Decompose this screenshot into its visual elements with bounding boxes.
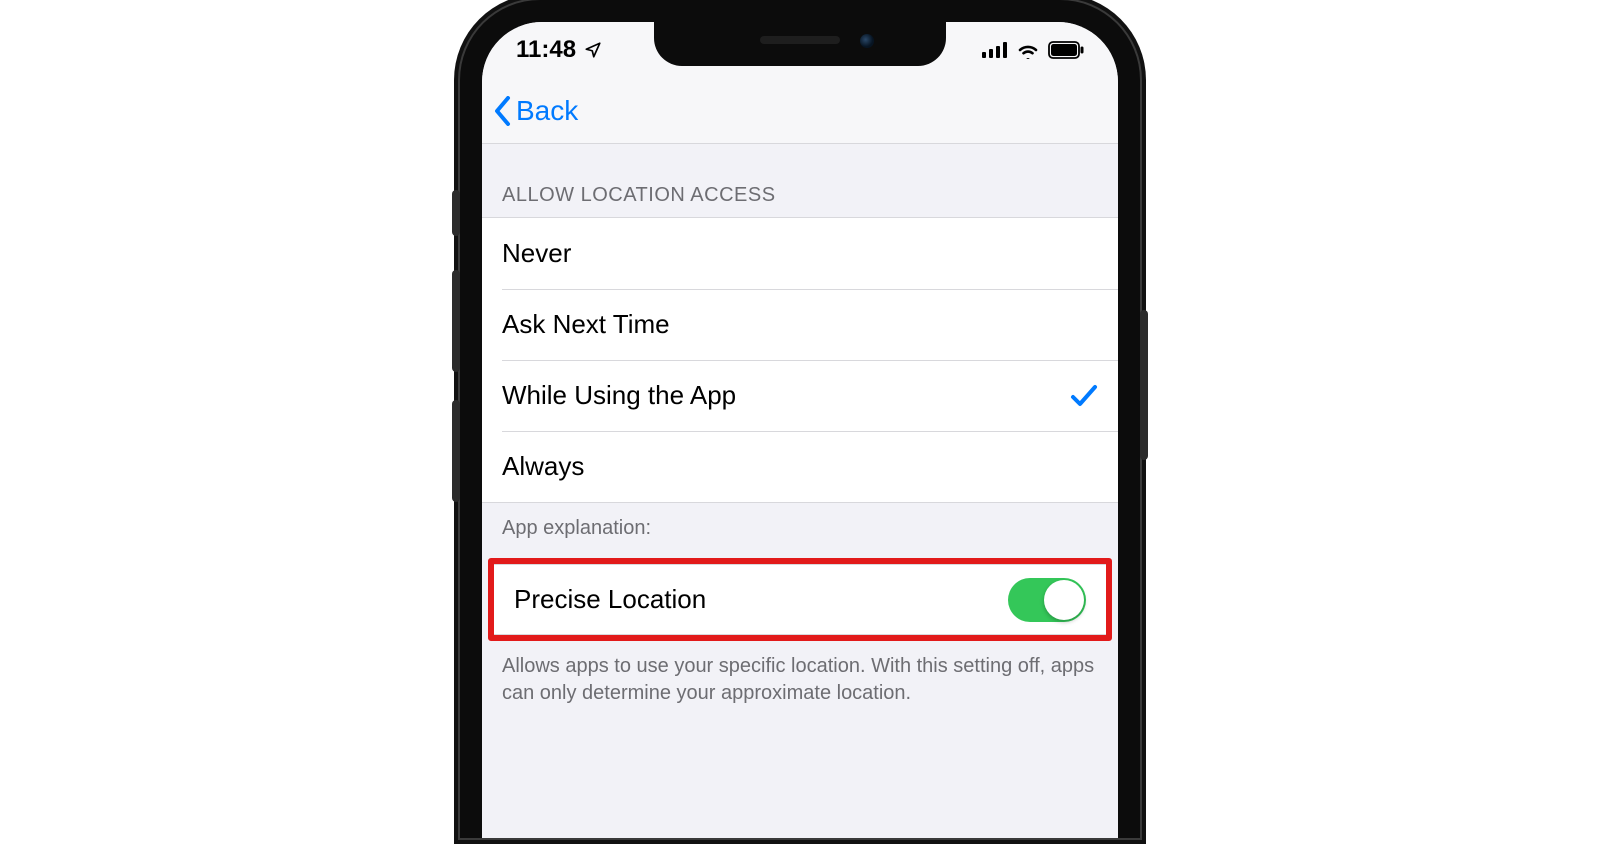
volume-up-button [452, 270, 460, 372]
wifi-icon [1016, 41, 1040, 59]
volume-down-button [452, 400, 460, 502]
app-explanation-label: App explanation: [482, 503, 1118, 558]
battery-icon [1048, 41, 1084, 59]
checkmark-icon [1070, 384, 1098, 408]
status-left: 11:48 [516, 36, 602, 64]
location-services-icon [584, 41, 602, 59]
precise-location-row[interactable]: Precise Location [494, 564, 1106, 635]
option-never[interactable]: Never [482, 218, 1118, 289]
mute-switch [452, 190, 460, 236]
front-camera [860, 34, 874, 48]
precise-location-footer: Allows apps to use your specific locatio… [482, 641, 1118, 723]
option-while-using-app[interactable]: While Using the App [482, 360, 1118, 431]
speaker-grille [760, 36, 840, 44]
screen: 11:48 [482, 22, 1118, 838]
back-label: Back [516, 95, 578, 127]
cellular-signal-icon [982, 42, 1008, 58]
option-always[interactable]: Always [482, 431, 1118, 502]
option-ask-next-time[interactable]: Ask Next Time [482, 289, 1118, 360]
option-label: Ask Next Time [502, 309, 670, 340]
notch [654, 22, 946, 66]
option-label: While Using the App [502, 380, 736, 411]
location-access-options: Never Ask Next Time While Using the App … [482, 217, 1118, 503]
highlight-precise-location: Precise Location [488, 558, 1112, 641]
clock: 11:48 [516, 36, 576, 64]
option-label: Never [502, 238, 571, 269]
phone-frame: 11:48 [460, 0, 1140, 838]
section-header-allow-location: ALLOW LOCATION ACCESS [482, 144, 1118, 217]
side-button [1140, 310, 1148, 460]
back-button[interactable]: Back [492, 95, 578, 127]
chevron-left-icon [492, 96, 514, 126]
option-label: Always [502, 451, 584, 482]
precise-location-label: Precise Location [514, 584, 706, 615]
nav-bar: Back [482, 78, 1118, 144]
precise-location-toggle[interactable] [1008, 578, 1086, 622]
toggle-knob [1044, 580, 1084, 620]
status-right [982, 41, 1084, 59]
